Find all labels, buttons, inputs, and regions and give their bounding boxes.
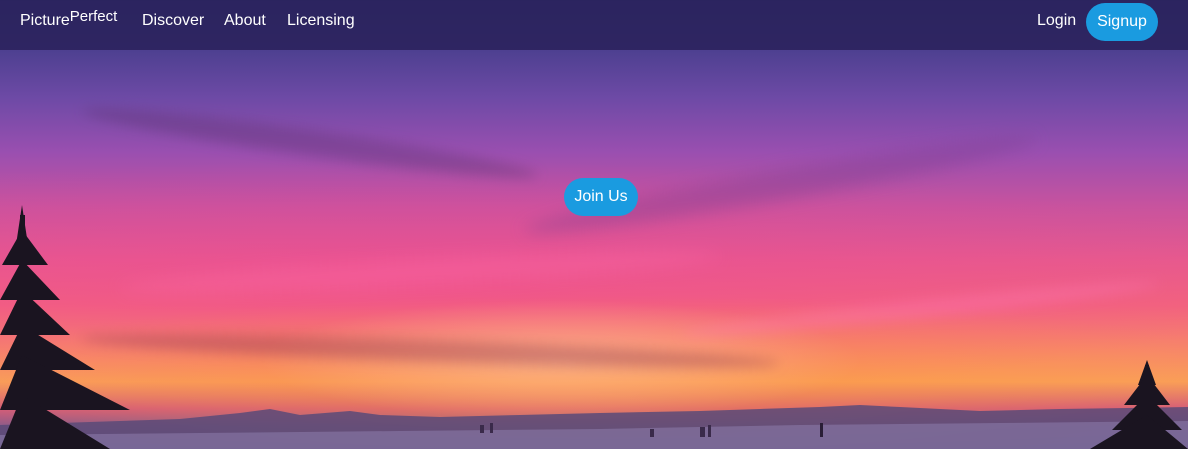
- brand-logo-link[interactable]: PicturePerfect: [20, 8, 117, 30]
- signup-button[interactable]: Signup: [1086, 3, 1158, 41]
- horizon-silhouette: [0, 405, 1188, 449]
- brand-superscript: Perfect: [69, 8, 118, 25]
- nav-link-discover[interactable]: Discover: [142, 12, 204, 30]
- tree-silhouette-right: [1090, 360, 1188, 449]
- cloud-streak: [79, 327, 781, 375]
- login-link[interactable]: Login: [1037, 12, 1076, 30]
- nav-link-licensing[interactable]: Licensing: [287, 12, 355, 30]
- join-us-button[interactable]: Join Us: [564, 178, 638, 216]
- cloud-streak: [119, 244, 721, 300]
- top-navbar: PicturePerfect Discover About Licensing …: [0, 0, 1188, 50]
- tree-silhouette-left: [0, 205, 130, 449]
- cloud-streak: [80, 98, 540, 188]
- brand-name: Picture: [20, 12, 70, 29]
- cloud-streak: [680, 274, 1160, 344]
- hero-background-image: [0, 0, 1188, 449]
- nav-link-about[interactable]: About: [224, 12, 266, 30]
